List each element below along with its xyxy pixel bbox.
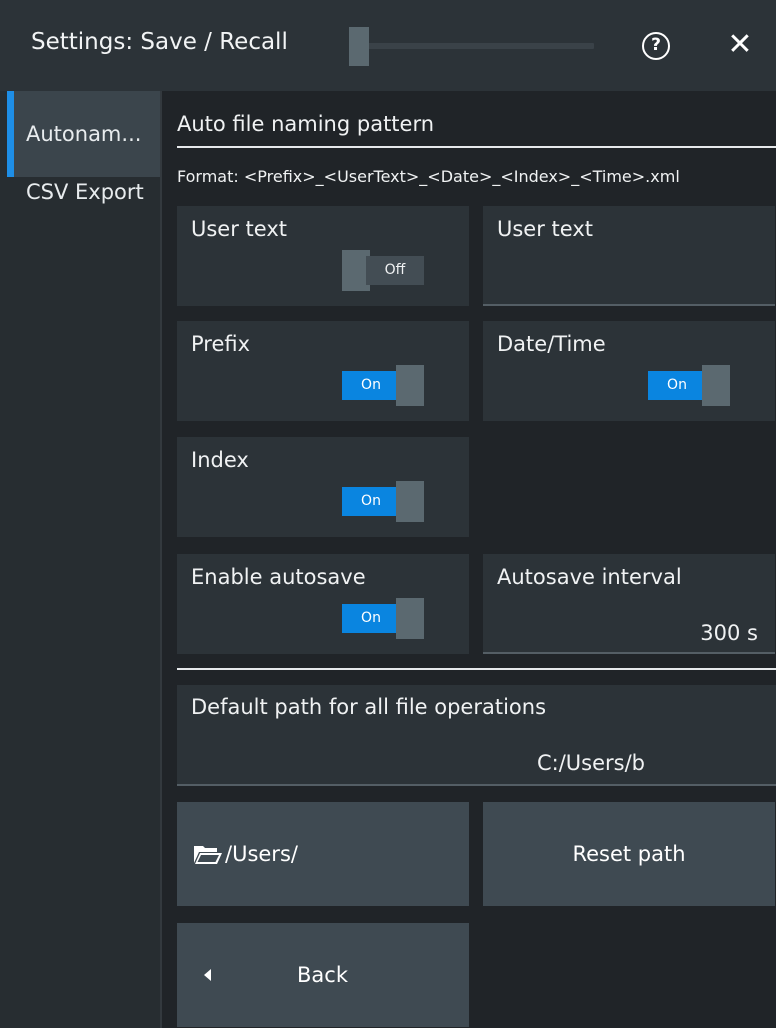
folder-open-icon: [194, 846, 222, 864]
triangle-left-icon: [204, 969, 211, 981]
sidebar-item-label: Autonam...: [26, 122, 142, 146]
prefix-toggle[interactable]: On: [342, 365, 424, 406]
dialog-title: Settings: Save / Recall: [31, 29, 288, 55]
autosave-interval-field[interactable]: Autosave interval 300 s: [483, 554, 775, 654]
datetime-toggle-label: Date/Time: [497, 332, 606, 356]
reset-path-button[interactable]: Reset path: [483, 802, 775, 906]
sidebar-item-csv-export[interactable]: CSV Export: [7, 149, 162, 235]
opacity-slider-handle[interactable]: [349, 27, 369, 66]
section-title: Auto file naming pattern: [177, 112, 435, 136]
section-divider: [177, 146, 776, 148]
toggle-state-text: On: [648, 371, 706, 400]
toggle-state-text: On: [342, 604, 400, 633]
autosave-toggle-label: Enable autosave: [191, 565, 366, 589]
user-text-field-label: User text: [497, 217, 593, 241]
toggle-state-text: On: [342, 487, 400, 516]
user-text-field[interactable]: User text: [483, 206, 775, 306]
title-bar: Settings: Save / Recall ? ✕: [0, 0, 776, 91]
toggle-knob: [396, 481, 424, 522]
user-text-toggle-cell: User text Off: [177, 206, 469, 306]
toggle-state-text: On: [342, 371, 400, 400]
section-divider: [177, 668, 776, 670]
index-toggle-cell: Index On: [177, 437, 469, 537]
autosave-interval-value: 300 s: [700, 621, 758, 645]
autosave-toggle[interactable]: On: [342, 598, 424, 639]
prefix-toggle-cell: Prefix On: [177, 321, 469, 421]
field-underline: [483, 652, 775, 654]
default-path-field[interactable]: Default path for all file operations C:/…: [177, 685, 776, 786]
reset-path-label: Reset path: [572, 842, 686, 866]
opacity-slider-track[interactable]: [352, 43, 594, 49]
field-underline: [483, 304, 775, 306]
autosave-interval-label: Autosave interval: [497, 565, 682, 589]
default-path-value: C:/Users/b: [536, 751, 645, 775]
toggle-state-text: Off: [366, 256, 424, 285]
default-path-label: Default path for all file operations: [191, 695, 547, 719]
datetime-toggle-cell: Date/Time On: [483, 321, 775, 421]
user-text-toggle-label: User text: [191, 217, 287, 241]
toggle-knob: [702, 365, 730, 406]
datetime-toggle[interactable]: On: [648, 365, 730, 406]
sidebar-divider: [160, 91, 162, 1028]
index-toggle[interactable]: On: [342, 481, 424, 522]
autosave-toggle-cell: Enable autosave On: [177, 554, 469, 654]
format-pattern-text: Format: <Prefix>_<UserText>_<Date>_<Inde…: [177, 167, 680, 186]
browse-path-label: /Users/: [225, 842, 298, 866]
toggle-knob: [396, 598, 424, 639]
user-text-toggle[interactable]: Off: [342, 250, 424, 291]
close-icon[interactable]: ✕: [723, 26, 757, 64]
toggle-knob: [396, 365, 424, 406]
back-label: Back: [297, 963, 348, 987]
browse-path-button[interactable]: /Users/: [177, 802, 469, 906]
prefix-toggle-label: Prefix: [191, 332, 251, 356]
index-toggle-label: Index: [191, 448, 249, 472]
back-button[interactable]: Back: [177, 923, 469, 1027]
question-circle-icon[interactable]: ?: [642, 32, 670, 60]
field-underline: [177, 784, 776, 786]
sidebar-item-label: CSV Export: [26, 180, 144, 204]
